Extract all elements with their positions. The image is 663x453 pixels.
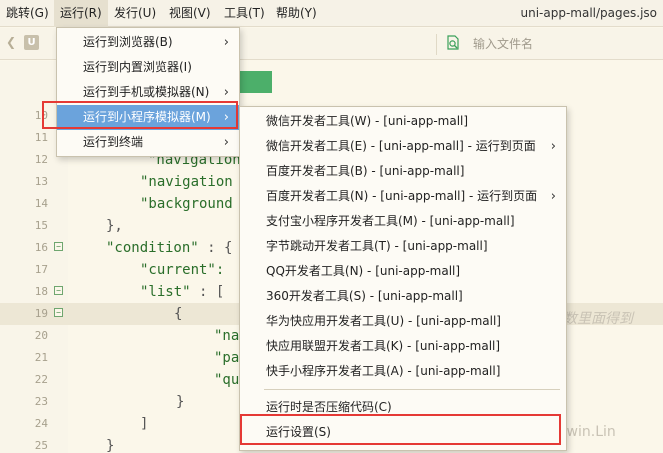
qq-devtools-item[interactable]: QQ开发者工具(N) - [uni-app-mall] [240,259,566,284]
code-line: "navigation [140,174,233,190]
line-number: 14 [34,197,48,210]
code-line: } [176,394,185,410]
menu-item-label: 运行时是否压缩代码(C) [266,400,392,414]
line-number: 24 [34,417,48,430]
menu-run[interactable]: 运行(R) [54,0,108,27]
line-number: 21 [34,351,48,364]
code-line: "qu [214,372,240,388]
file-search-input[interactable] [473,35,653,53]
run-to-terminal-item[interactable]: 运行到终端 › [57,130,239,155]
file-search-icon [447,35,459,50]
faded-text: 数里面得到 [563,311,633,327]
menu-item-label: 快应用联盟开发者工具(K) - [uni-app-mall] [266,339,501,353]
menu-item-label: 微信开发者工具(W) - [uni-app-mall] [266,114,469,128]
chevron-right-icon: › [550,139,556,154]
menu-item-label: 运行到浏览器(B) [83,35,173,49]
bytedance-devtools-item[interactable]: 字节跳动开发者工具(T) - [uni-app-mall] [240,234,566,259]
fold-toggle-icon[interactable]: − [54,242,63,251]
code-line: ] [140,416,149,432]
window-title: uni-app-mall/pages.jso [520,6,657,20]
chevron-right-icon: › [550,189,556,204]
baidu-devtools-page-item[interactable]: 百度开发者工具(N) - [uni-app-mall] - 运行到页面 › [240,184,566,209]
menu-item-label: 百度开发者工具(B) - [uni-app-mall] [266,164,465,178]
line-number: 23 [34,395,48,408]
chevron-right-icon: › [223,35,229,50]
run-menu-dropdown: 运行到浏览器(B) › 运行到内置浏览器(I) 运行到手机或模拟器(N) › 运行到… [56,27,240,157]
line-number: 20 [34,329,48,342]
line-number: 15 [34,219,48,232]
menu-item-label: 百度开发者工具(N) - [uni-app-mall] - 运行到页面 [266,189,538,203]
menu-item-label: 字节跳动开发者工具(T) - [uni-app-mall] [266,239,488,253]
code-line: "pa [214,350,240,366]
code-line: }, [106,218,123,234]
fold-toggle-icon[interactable]: − [54,308,63,317]
line-number: 25 [34,439,48,452]
menu-jump[interactable]: 跳转(G) [0,0,55,27]
code-line: "current": [140,262,225,278]
menu-help[interactable]: 帮助(Y) [270,0,323,27]
fold-toggle-icon[interactable]: − [54,286,63,295]
menu-item-label: 360开发者工具(S) - [uni-app-mall] [266,289,463,303]
kuaishou-devtools-item[interactable]: 快手小程序开发者工具(A) - [uni-app-mall] [240,359,566,384]
wechat-devtools-item[interactable]: 微信开发者工具(W) - [uni-app-mall] [240,109,566,134]
code-token: "condition" [106,240,199,256]
line-number: 17 [34,263,48,276]
huawei-quickapp-devtools-item[interactable]: 华为快应用开发者工具(U) - [uni-app-mall] [240,309,566,334]
wechat-devtools-page-item[interactable]: 微信开发者工具(E) - [uni-app-mall] - 运行到页面 › [240,134,566,159]
code-line: { [174,306,183,322]
code-token: : { [198,240,233,256]
run-to-builtin-browser-item[interactable]: 运行到内置浏览器(I) [57,55,239,80]
annotation-box [42,101,238,129]
chevron-right-icon: › [223,135,229,150]
code-line: } [106,438,115,453]
line-number: 19 [34,307,48,320]
menu-item-label: 华为快应用开发者工具(U) - [uni-app-mall] [266,314,501,328]
line-number: 16 [34,241,48,254]
menu-item-label: 支付宝小程序开发者工具(M) - [uni-app-mall] [266,214,515,228]
chevron-left-icon[interactable]: ❮ [6,35,16,49]
line-number: 11 [34,131,48,144]
line-number: 13 [34,175,48,188]
menu-item-label: 运行到内置浏览器(I) [83,60,192,74]
menu-publish[interactable]: 发行(U) [108,0,162,27]
miniprogram-submenu: 微信开发者工具(W) - [uni-app-mall] 微信开发者工具(E) -… [239,106,567,451]
code-token: "list" [140,284,191,300]
project-logo-icon: U [24,35,39,50]
360-devtools-item[interactable]: 360开发者工具(S) - [uni-app-mall] [240,284,566,309]
menu-item-label: 运行到手机或模拟器(N) [83,85,210,99]
code-line: "condition" : { [106,237,232,259]
run-to-browser-item[interactable]: 运行到浏览器(B) › [57,30,239,55]
line-number: 12 [34,153,48,166]
menu-separator [264,389,560,390]
menu-tools[interactable]: 工具(T) [218,0,271,27]
line-number: 22 [34,373,48,386]
alipay-devtools-item[interactable]: 支付宝小程序开发者工具(M) - [uni-app-mall] [240,209,566,234]
menu-item-label: 快手小程序开发者工具(A) - [uni-app-mall] [266,364,501,378]
code-line: "list" : [ [140,281,224,303]
file-search-box [436,34,663,55]
code-line: "background [140,196,233,212]
baidu-devtools-item[interactable]: 百度开发者工具(B) - [uni-app-mall] [240,159,566,184]
menu-bar: 跳转(G) 运行(R) 发行(U) 视图(V) 工具(T) 帮助(Y) uni-… [0,0,663,27]
menu-item-label: QQ开发者工具(N) - [uni-app-mall] [266,264,461,278]
code-line: "na [214,328,240,344]
quickapp-alliance-devtools-item[interactable]: 快应用联盟开发者工具(K) - [uni-app-mall] [240,334,566,359]
menu-item-label: 运行到终端 [83,135,144,149]
menu-item-label: 微信开发者工具(E) - [uni-app-mall] - 运行到页面 [266,139,536,153]
line-number: 18 [34,285,48,298]
annotation-box [240,414,561,445]
menu-view[interactable]: 视图(V) [163,0,217,27]
code-token: : [ [199,284,225,300]
